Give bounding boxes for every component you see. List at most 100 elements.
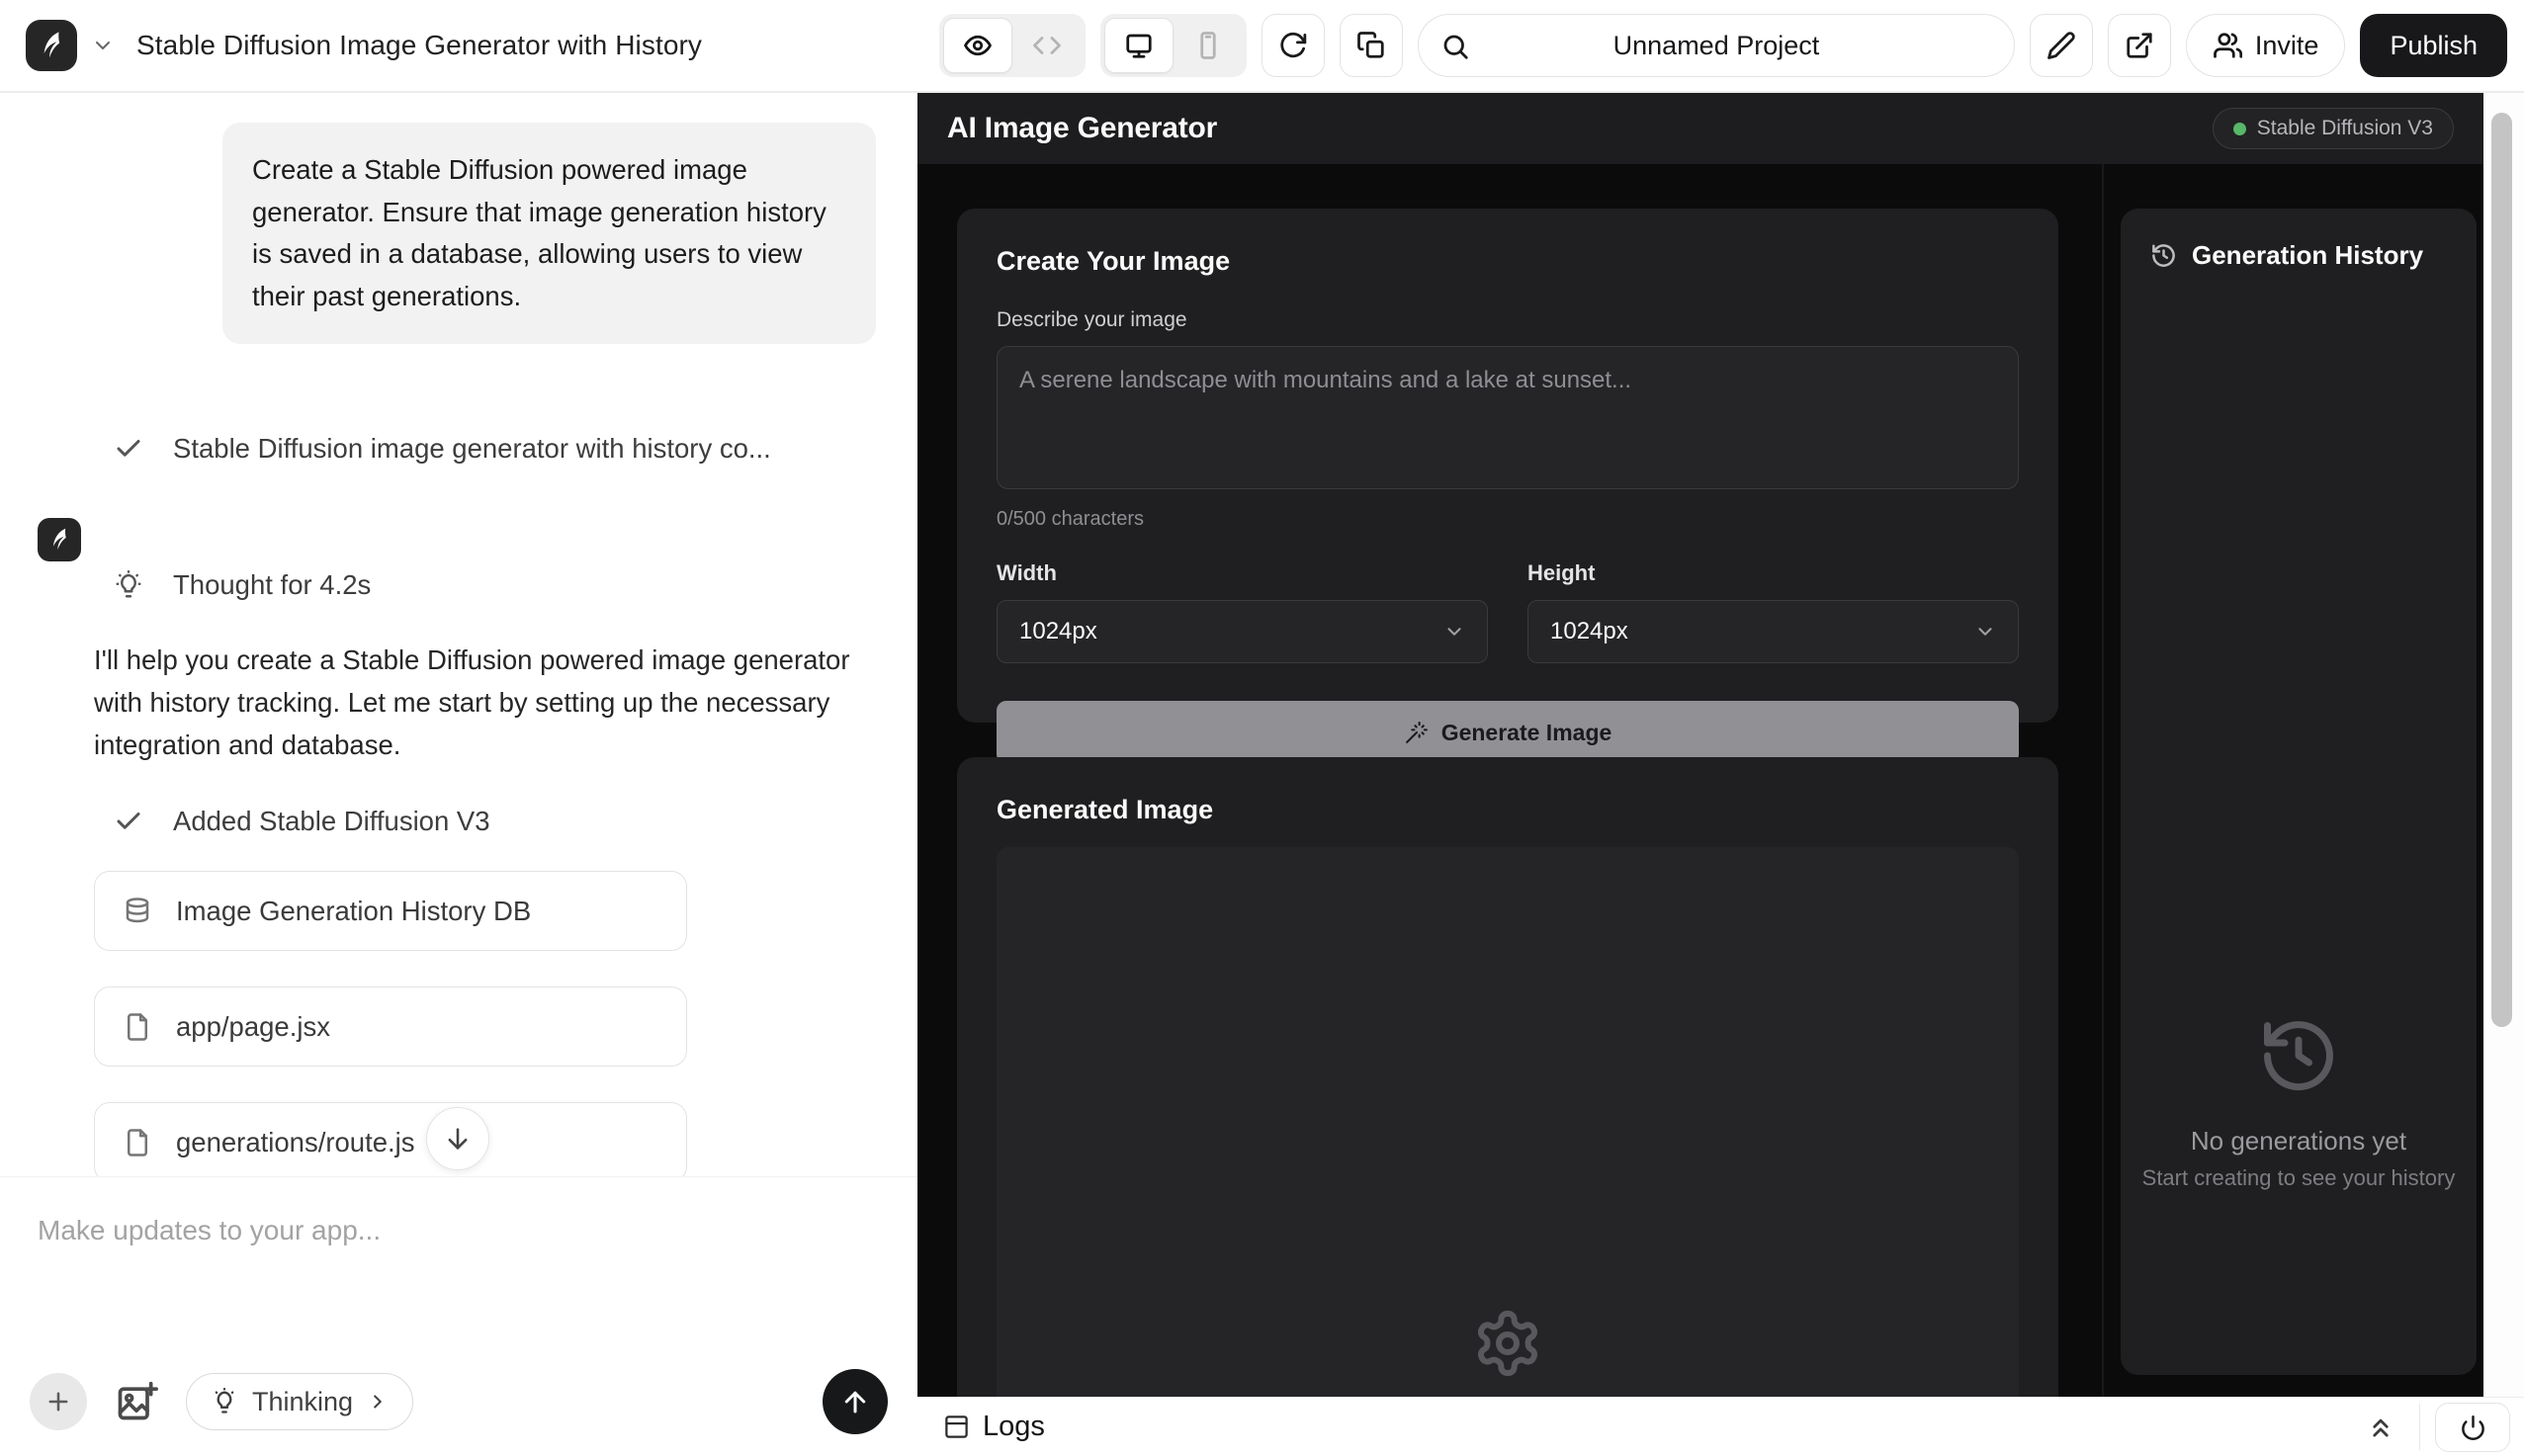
check-icon <box>114 807 143 836</box>
model-status-badge: Stable Diffusion V3 <box>2213 108 2454 149</box>
preview-mode-button[interactable] <box>943 18 1012 73</box>
file-icon <box>123 1012 152 1042</box>
code-icon <box>1032 31 1062 60</box>
project-header: Stable Diffusion Image Generator with Hi… <box>0 20 917 71</box>
create-card-title: Create Your Image <box>997 246 2019 277</box>
integration-card-db[interactable]: Image Generation History DB <box>94 871 687 951</box>
thinking-mode-button[interactable]: Thinking <box>186 1373 413 1430</box>
pencil-icon <box>2046 31 2076 60</box>
search-icon <box>1440 32 1470 61</box>
mobile-view-button[interactable] <box>1174 18 1243 73</box>
expand-logs-button[interactable] <box>2366 1413 2395 1442</box>
generate-image-button[interactable]: Generate Image <box>997 701 2019 764</box>
user-message: Create a Stable Diffusion powered image … <box>222 123 876 344</box>
refresh-icon <box>1278 31 1308 60</box>
app-preview-pane: AI Image Generator Stable Diffusion V3 C… <box>917 93 2524 1456</box>
width-label: Width <box>997 560 1488 586</box>
chevron-down-icon[interactable] <box>91 34 115 57</box>
database-icon <box>123 897 152 926</box>
desktop-view-button[interactable] <box>1104 18 1174 73</box>
view-mode-toggle <box>939 14 1086 77</box>
file-card-page[interactable]: app/page.jsx <box>94 986 687 1067</box>
device-toggle <box>1100 14 1247 77</box>
logs-label: Logs <box>983 1411 1045 1443</box>
file-card-route[interactable]: generations/route.js <box>94 1102 687 1176</box>
users-icon <box>2213 31 2242 60</box>
invite-button[interactable]: Invite <box>2186 14 2346 77</box>
logs-panel-icon <box>943 1413 970 1440</box>
app-body: Create Your Image Describe your image 0/… <box>917 164 2483 1397</box>
generated-image-card: Generated Image Your generated image wil… <box>957 757 2058 1397</box>
page-title: Stable Diffusion Image Generator with Hi… <box>136 30 702 61</box>
eye-icon <box>963 31 993 60</box>
lightbulb-icon <box>114 570 143 600</box>
card-label: app/page.jsx <box>176 1011 330 1043</box>
logo-swoosh-icon <box>35 29 68 62</box>
smartphone-icon <box>1193 31 1223 60</box>
composer-actions: Thinking <box>30 1369 888 1434</box>
prompt-input[interactable] <box>997 346 2019 489</box>
history-empty-state: No generations yet Start creating to see… <box>2121 1014 2477 1191</box>
added-row: Added Stable Diffusion V3 <box>94 806 850 837</box>
refresh-button[interactable] <box>1262 14 1325 77</box>
logs-bar: Logs <box>917 1397 2524 1456</box>
card-label: generations/route.js <box>176 1127 415 1158</box>
lightbulb-icon <box>211 1388 238 1415</box>
scroll-to-bottom-button[interactable] <box>426 1107 489 1170</box>
open-external-button[interactable] <box>2108 14 2171 77</box>
project-url-bar[interactable]: Unnamed Project <box>1418 14 2015 77</box>
height-value: 1024px <box>1550 618 1628 645</box>
added-label: Added Stable Diffusion V3 <box>173 806 490 837</box>
describe-label: Describe your image <box>997 308 2019 332</box>
generated-image-placeholder: Your generated image will appear here <box>997 847 2019 1397</box>
file-icon <box>123 1128 152 1157</box>
assistant-avatar <box>38 518 81 561</box>
create-image-card: Create Your Image Describe your image 0/… <box>957 209 2058 723</box>
history-empty-subtitle: Start creating to see your history <box>2121 1165 2477 1191</box>
width-select[interactable]: 1024px <box>997 600 1488 663</box>
external-link-icon <box>2125 31 2154 60</box>
generate-label: Generate Image <box>1441 720 1612 746</box>
image-add-icon[interactable] <box>115 1380 158 1423</box>
check-icon <box>114 434 143 464</box>
char-counter: 0/500 characters <box>997 508 2019 531</box>
project-name: Unnamed Project <box>1613 31 1820 61</box>
history-empty-title: No generations yet <box>2121 1126 2477 1156</box>
top-header: Stable Diffusion Image Generator with Hi… <box>0 0 2524 93</box>
card-label: Image Generation History DB <box>176 896 531 927</box>
wand-icon <box>1404 721 1429 745</box>
chat-composer: Thinking <box>0 1176 917 1456</box>
dimensions-row: Width 1024px Height 1024px <box>997 560 2019 663</box>
height-label: Height <box>1527 560 2019 586</box>
composer-input[interactable] <box>38 1215 880 1333</box>
app-header: AI Image Generator Stable Diffusion V3 <box>917 93 2483 164</box>
response-title-row[interactable]: Stable Diffusion image generator with hi… <box>94 433 850 465</box>
power-button[interactable] <box>2435 1403 2510 1452</box>
history-title: Generation History <box>2192 240 2423 271</box>
preview-scrollbar[interactable] <box>2483 93 2524 1397</box>
publish-button[interactable]: Publish <box>2360 14 2507 77</box>
history-icon <box>2150 242 2177 269</box>
send-button[interactable] <box>823 1369 888 1434</box>
response-paragraph: I'll help you create a Stable Diffusion … <box>94 639 860 766</box>
code-mode-button[interactable] <box>1012 18 1082 73</box>
monitor-icon <box>1124 31 1154 60</box>
chat-message-list[interactable]: Create a Stable Diffusion powered image … <box>0 93 917 1176</box>
width-value: 1024px <box>1019 618 1097 645</box>
copy-icon <box>1356 31 1386 60</box>
height-select[interactable]: 1024px <box>1527 600 2019 663</box>
app-logo[interactable] <box>26 20 77 71</box>
generation-history-panel: Generation History No generations yet St… <box>2121 209 2477 1375</box>
edit-button[interactable] <box>2030 14 2093 77</box>
thought-row[interactable]: Thought for 4.2s <box>94 569 850 601</box>
history-header: Generation History <box>2121 209 2477 302</box>
add-attachment-button[interactable] <box>30 1373 87 1430</box>
scrollbar-thumb[interactable] <box>2491 113 2512 1027</box>
copy-button[interactable] <box>1340 14 1403 77</box>
chevron-down-icon <box>1443 621 1465 642</box>
invite-label: Invite <box>2255 31 2319 61</box>
thought-label: Thought for 4.2s <box>173 569 371 601</box>
arrow-down-icon <box>444 1125 472 1153</box>
preview-toolbar: Unnamed Project Invite Publish <box>917 14 2524 77</box>
response-title: Stable Diffusion image generator with hi… <box>173 433 771 465</box>
